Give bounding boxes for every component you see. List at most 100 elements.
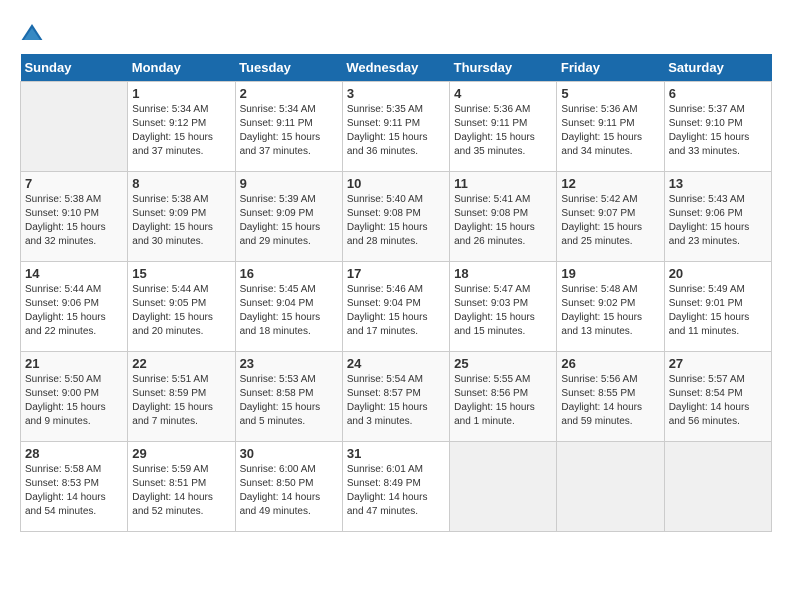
calendar-cell: 6 Sunrise: 5:37 AM Sunset: 9:10 PM Daylig…	[664, 82, 771, 172]
calendar-cell: 1 Sunrise: 5:34 AM Sunset: 9:12 PM Daylig…	[128, 82, 235, 172]
logo	[20, 20, 46, 44]
day-number: 2	[240, 86, 338, 101]
calendar-cell: 15 Sunrise: 5:44 AM Sunset: 9:05 PM Dayli…	[128, 262, 235, 352]
day-info: Sunrise: 5:34 AM Sunset: 9:12 PM Dayligh…	[132, 103, 230, 159]
calendar-cell: 26Sunrise: 5:56 AM Sunset: 8:55 PM Dayli…	[557, 352, 664, 442]
day-number: 9	[240, 176, 338, 191]
day-number: 1	[132, 86, 230, 101]
day-info: Sunrise: 5:56 AM Sunset: 8:55 PM Dayligh…	[561, 373, 659, 429]
calendar-cell	[557, 442, 664, 532]
day-number: 5	[561, 86, 659, 101]
header-thursday: Thursday	[450, 54, 557, 82]
day-info: Sunrise: 5:38 AM Sunset: 9:09 PM Dayligh…	[132, 193, 230, 249]
day-number: 15	[132, 266, 230, 281]
calendar-cell: 19 Sunrise: 5:48 AM Sunset: 9:02 PM Dayli…	[557, 262, 664, 352]
page-header	[20, 20, 772, 44]
day-info: Sunrise: 6:00 AM Sunset: 8:50 PM Dayligh…	[240, 463, 338, 519]
week-row-2: 7 Sunrise: 5:38 AM Sunset: 9:10 PM Daylig…	[21, 172, 772, 262]
calendar-cell: 28 Sunrise: 5:58 AM Sunset: 8:53 PM Dayli…	[21, 442, 128, 532]
day-number: 19	[561, 266, 659, 281]
calendar-cell: 20Sunrise: 5:49 AM Sunset: 9:01 PM Dayli…	[664, 262, 771, 352]
calendar-cell: 13Sunrise: 5:43 AM Sunset: 9:06 PM Dayli…	[664, 172, 771, 262]
header-wednesday: Wednesday	[342, 54, 449, 82]
calendar-cell: 14 Sunrise: 5:44 AM Sunset: 9:06 PM Dayli…	[21, 262, 128, 352]
header-saturday: Saturday	[664, 54, 771, 82]
day-number: 25	[454, 356, 552, 371]
calendar-cell: 4 Sunrise: 5:36 AM Sunset: 9:11 PM Daylig…	[450, 82, 557, 172]
day-info: Sunrise: 5:41 AM Sunset: 9:08 PM Dayligh…	[454, 193, 552, 249]
day-info: Sunrise: 5:38 AM Sunset: 9:10 PM Dayligh…	[25, 193, 123, 249]
day-info: Sunrise: 5:46 AM Sunset: 9:04 PM Dayligh…	[347, 283, 445, 339]
day-info: Sunrise: 5:36 AM Sunset: 9:11 PM Dayligh…	[561, 103, 659, 159]
day-info: Sunrise: 5:47 AM Sunset: 9:03 PM Dayligh…	[454, 283, 552, 339]
day-number: 4	[454, 86, 552, 101]
day-info: Sunrise: 5:40 AM Sunset: 9:08 PM Dayligh…	[347, 193, 445, 249]
day-number: 22	[132, 356, 230, 371]
week-row-3: 14 Sunrise: 5:44 AM Sunset: 9:06 PM Dayli…	[21, 262, 772, 352]
calendar-cell: 2 Sunrise: 5:34 AM Sunset: 9:11 PM Daylig…	[235, 82, 342, 172]
day-info: Sunrise: 5:50 AM Sunset: 9:00 PM Dayligh…	[25, 373, 123, 429]
calendar-cell: 25Sunrise: 5:55 AM Sunset: 8:56 PM Dayli…	[450, 352, 557, 442]
day-info: Sunrise: 5:44 AM Sunset: 9:05 PM Dayligh…	[132, 283, 230, 339]
calendar-cell: 5 Sunrise: 5:36 AM Sunset: 9:11 PM Daylig…	[557, 82, 664, 172]
day-number: 12	[561, 176, 659, 191]
day-info: Sunrise: 5:53 AM Sunset: 8:58 PM Dayligh…	[240, 373, 338, 429]
week-row-1: 1 Sunrise: 5:34 AM Sunset: 9:12 PM Daylig…	[21, 82, 772, 172]
header-monday: Monday	[128, 54, 235, 82]
day-info: Sunrise: 5:39 AM Sunset: 9:09 PM Dayligh…	[240, 193, 338, 249]
day-info: Sunrise: 5:48 AM Sunset: 9:02 PM Dayligh…	[561, 283, 659, 339]
day-info: Sunrise: 5:36 AM Sunset: 9:11 PM Dayligh…	[454, 103, 552, 159]
day-number: 29	[132, 446, 230, 461]
day-info: Sunrise: 5:59 AM Sunset: 8:51 PM Dayligh…	[132, 463, 230, 519]
day-number: 7	[25, 176, 123, 191]
calendar-cell: 7 Sunrise: 5:38 AM Sunset: 9:10 PM Daylig…	[21, 172, 128, 262]
calendar-cell: 27 Sunrise: 5:57 AM Sunset: 8:54 PM Dayli…	[664, 352, 771, 442]
header-sunday: Sunday	[21, 54, 128, 82]
day-number: 28	[25, 446, 123, 461]
day-info: Sunrise: 6:01 AM Sunset: 8:49 PM Dayligh…	[347, 463, 445, 519]
week-row-5: 28 Sunrise: 5:58 AM Sunset: 8:53 PM Dayli…	[21, 442, 772, 532]
calendar-cell: 23 Sunrise: 5:53 AM Sunset: 8:58 PM Dayli…	[235, 352, 342, 442]
header-friday: Friday	[557, 54, 664, 82]
calendar-cell: 3 Sunrise: 5:35 AM Sunset: 9:11 PM Daylig…	[342, 82, 449, 172]
day-number: 11	[454, 176, 552, 191]
calendar-cell	[450, 442, 557, 532]
day-number: 23	[240, 356, 338, 371]
header-tuesday: Tuesday	[235, 54, 342, 82]
day-number: 16	[240, 266, 338, 281]
day-number: 14	[25, 266, 123, 281]
day-info: Sunrise: 5:45 AM Sunset: 9:04 PM Dayligh…	[240, 283, 338, 339]
day-number: 18	[454, 266, 552, 281]
calendar-cell: 9 Sunrise: 5:39 AM Sunset: 9:09 PM Daylig…	[235, 172, 342, 262]
calendar-cell: 8 Sunrise: 5:38 AM Sunset: 9:09 PM Daylig…	[128, 172, 235, 262]
day-number: 27	[669, 356, 767, 371]
day-info: Sunrise: 5:35 AM Sunset: 9:11 PM Dayligh…	[347, 103, 445, 159]
day-number: 17	[347, 266, 445, 281]
day-number: 31	[347, 446, 445, 461]
calendar-cell	[664, 442, 771, 532]
day-info: Sunrise: 5:43 AM Sunset: 9:06 PM Dayligh…	[669, 193, 767, 249]
day-info: Sunrise: 5:37 AM Sunset: 9:10 PM Dayligh…	[669, 103, 767, 159]
calendar-cell: 31 Sunrise: 6:01 AM Sunset: 8:49 PM Dayli…	[342, 442, 449, 532]
day-info: Sunrise: 5:51 AM Sunset: 8:59 PM Dayligh…	[132, 373, 230, 429]
day-number: 8	[132, 176, 230, 191]
day-number: 6	[669, 86, 767, 101]
week-row-4: 21Sunrise: 5:50 AM Sunset: 9:00 PM Dayli…	[21, 352, 772, 442]
day-info: Sunrise: 5:58 AM Sunset: 8:53 PM Dayligh…	[25, 463, 123, 519]
calendar-cell: 17 Sunrise: 5:46 AM Sunset: 9:04 PM Dayli…	[342, 262, 449, 352]
day-number: 24	[347, 356, 445, 371]
calendar-cell: 18 Sunrise: 5:47 AM Sunset: 9:03 PM Dayli…	[450, 262, 557, 352]
day-info: Sunrise: 5:42 AM Sunset: 9:07 PM Dayligh…	[561, 193, 659, 249]
calendar-cell: 21Sunrise: 5:50 AM Sunset: 9:00 PM Dayli…	[21, 352, 128, 442]
day-info: Sunrise: 5:54 AM Sunset: 8:57 PM Dayligh…	[347, 373, 445, 429]
day-number: 30	[240, 446, 338, 461]
day-number: 10	[347, 176, 445, 191]
day-info: Sunrise: 5:44 AM Sunset: 9:06 PM Dayligh…	[25, 283, 123, 339]
calendar-cell	[21, 82, 128, 172]
day-info: Sunrise: 5:57 AM Sunset: 8:54 PM Dayligh…	[669, 373, 767, 429]
calendar-cell: 11 Sunrise: 5:41 AM Sunset: 9:08 PM Dayli…	[450, 172, 557, 262]
logo-icon	[20, 20, 44, 44]
calendar-cell: 24 Sunrise: 5:54 AM Sunset: 8:57 PM Dayli…	[342, 352, 449, 442]
day-info: Sunrise: 5:34 AM Sunset: 9:11 PM Dayligh…	[240, 103, 338, 159]
day-number: 3	[347, 86, 445, 101]
